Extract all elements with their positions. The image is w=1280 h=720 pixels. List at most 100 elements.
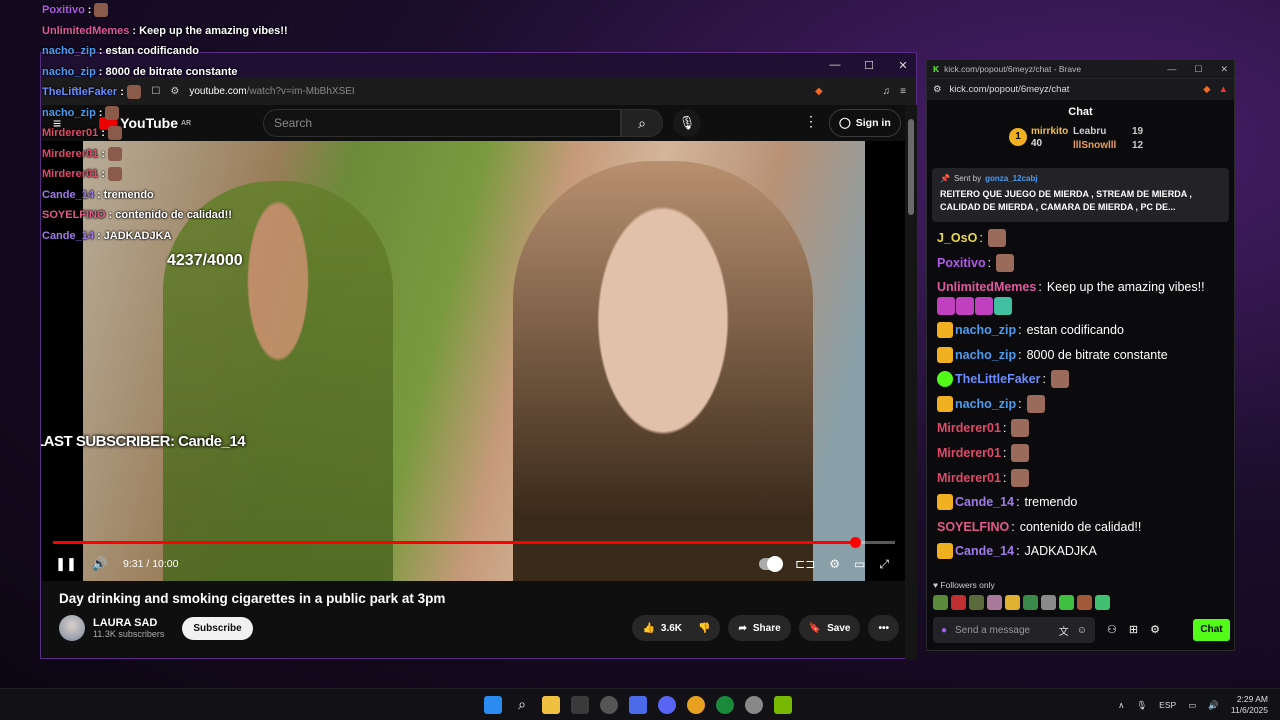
emote-icon[interactable]: [987, 595, 1002, 610]
channel-name[interactable]: LAURA SAD: [93, 617, 164, 629]
site-info-icon[interactable]: ⚙: [933, 84, 942, 95]
page-scrollbar[interactable]: [905, 105, 917, 660]
obs-icon[interactable]: [600, 696, 618, 714]
more-options-icon[interactable]: ⋮: [804, 113, 818, 130]
share-button[interactable]: ➦ Share: [728, 615, 791, 641]
kick-maximize-icon[interactable]: ☐: [1194, 64, 1202, 75]
file-explorer-icon[interactable]: [542, 696, 560, 714]
progress-scrubber[interactable]: [849, 537, 861, 548]
chat-username[interactable]: Mirderer01: [937, 471, 1001, 485]
voice-search-button[interactable]: 🎙: [673, 109, 701, 137]
settings-icon[interactable]: ⚙: [829, 557, 840, 571]
search-icon[interactable]: ⌕: [513, 696, 531, 714]
chat-username[interactable]: nacho_zip: [955, 348, 1016, 362]
chat-username[interactable]: nacho_zip: [955, 323, 1016, 337]
chat-username[interactable]: J_OsO: [937, 231, 977, 245]
like-button[interactable]: 👍 3.6K 👎: [632, 615, 721, 641]
xbox-icon[interactable]: [716, 696, 734, 714]
chat-username[interactable]: UnlimitedMemes: [937, 280, 1036, 294]
language-indicator[interactable]: ESP: [1159, 700, 1176, 710]
save-icon: 🔖: [808, 622, 822, 634]
chat-app-icon[interactable]: [629, 696, 647, 714]
send-chat-button[interactable]: Chat: [1193, 619, 1230, 641]
emoji-icon[interactable]: ☺: [1077, 625, 1087, 636]
microphone-tray-icon[interactable]: 🎙: [1136, 700, 1147, 711]
thumbs-down-icon[interactable]: 👎: [698, 623, 710, 634]
brave-shield-icon[interactable]: ◆: [815, 86, 823, 97]
chat-input[interactable]: ● Send a message 文 ☺: [933, 617, 1095, 643]
users-icon[interactable]: ⚇: [1107, 623, 1117, 636]
emote-icon[interactable]: [1095, 595, 1110, 610]
chat-username[interactable]: nacho_zip: [955, 397, 1016, 411]
emote-icon: [1026, 394, 1045, 413]
progress-bar[interactable]: [53, 537, 895, 548]
volume-tray-icon[interactable]: 🔊: [1208, 700, 1219, 711]
translate-icon[interactable]: 文: [1059, 623, 1069, 638]
emote-icon[interactable]: [1023, 595, 1038, 610]
clock[interactable]: 2:29 AM 11/6/2025: [1231, 694, 1268, 716]
kick-favicon-icon: K: [933, 64, 940, 74]
emote-icon[interactable]: [951, 595, 966, 610]
microphone-icon[interactable]: ●: [941, 625, 947, 636]
kick-minimize-icon[interactable]: —: [1167, 64, 1176, 75]
search-button[interactable]: ⌕: [621, 109, 663, 137]
chrome-icon[interactable]: [687, 696, 705, 714]
chat-username[interactable]: Mirderer01: [937, 446, 1001, 460]
emote-icon[interactable]: [933, 595, 948, 610]
emote-icon: [1011, 468, 1030, 487]
overlay-chat-user: nacho_zip: [42, 106, 96, 119]
emote-icon[interactable]: [1041, 595, 1056, 610]
volume-icon[interactable]: 🔊: [89, 556, 111, 572]
more-actions-button[interactable]: •••: [868, 615, 899, 641]
chat-username[interactable]: SOYELFINO: [937, 520, 1009, 534]
media-icon[interactable]: ♫: [883, 86, 891, 97]
emote-icon[interactable]: [1059, 595, 1074, 610]
scroll-thumb[interactable]: [908, 119, 914, 215]
share-icon: ➦: [738, 622, 747, 634]
discord-icon[interactable]: [658, 696, 676, 714]
tray-chevron-icon[interactable]: ∧: [1118, 700, 1124, 711]
chat-settings-icon[interactable]: ⚙: [1150, 623, 1160, 636]
chat-separator: :: [1002, 446, 1007, 461]
pause-icon[interactable]: ❚❚: [55, 556, 77, 572]
chat-username[interactable]: Poxitivo: [937, 256, 986, 270]
fullscreen-icon[interactable]: ⤢: [879, 557, 889, 572]
chat-username[interactable]: Cande_14: [955, 544, 1014, 558]
kick-close-icon[interactable]: ✕: [1220, 64, 1228, 75]
video-person-right: [513, 161, 813, 581]
menu-icon[interactable]: ≡: [900, 86, 906, 97]
close-icon[interactable]: ✕: [896, 59, 910, 72]
pinned-sender[interactable]: gonza_12cabj: [985, 174, 1037, 183]
settings-icon[interactable]: [745, 696, 763, 714]
emote-icon[interactable]: [969, 595, 984, 610]
emote-icon[interactable]: [1077, 595, 1092, 610]
sign-in-button[interactable]: ◯ Sign in: [829, 109, 901, 137]
chat-header: Chat: [1068, 106, 1093, 118]
chat-message: TheLittleFaker:: [937, 367, 1224, 392]
start-icon[interactable]: [484, 696, 502, 714]
channel-avatar[interactable]: [59, 615, 85, 641]
miniplayer-icon[interactable]: ▭: [854, 557, 865, 571]
overlay-chat-line: nacho_zip:8000 de bitrate constante: [42, 62, 288, 83]
minimize-icon[interactable]: —: [828, 59, 842, 71]
gift-icon[interactable]: ⊞: [1129, 623, 1138, 636]
overlay-chat-user: Poxitivo: [42, 4, 85, 17]
subscribe-button[interactable]: Subscribe: [182, 616, 253, 640]
network-icon[interactable]: ▭: [1188, 700, 1196, 711]
kick-url[interactable]: kick.com/popout/6meyz/chat: [950, 84, 1070, 95]
search-icon: ⌕: [638, 115, 646, 131]
search-input[interactable]: Search: [263, 109, 621, 137]
chat-username[interactable]: TheLittleFaker: [955, 372, 1040, 386]
store-icon[interactable]: [571, 696, 589, 714]
maximize-icon[interactable]: ☐: [862, 59, 876, 72]
autoplay-toggle[interactable]: [759, 556, 784, 572]
chat-username[interactable]: Cande_14: [955, 495, 1014, 509]
brave-rewards-icon[interactable]: ▲: [1219, 84, 1228, 95]
save-button[interactable]: 🔖 Save: [798, 615, 861, 641]
emote-icon[interactable]: [1005, 595, 1020, 610]
captions-icon[interactable]: ⊏⊐: [795, 557, 815, 571]
chat-username[interactable]: Mirderer01: [937, 421, 1001, 435]
brave-shield-icon[interactable]: ◆: [1203, 84, 1210, 95]
nvidia-icon[interactable]: [774, 696, 792, 714]
pinned-message[interactable]: 📌 Sent by gonza_12cabj REITERO QUE JUEGO…: [932, 168, 1229, 222]
